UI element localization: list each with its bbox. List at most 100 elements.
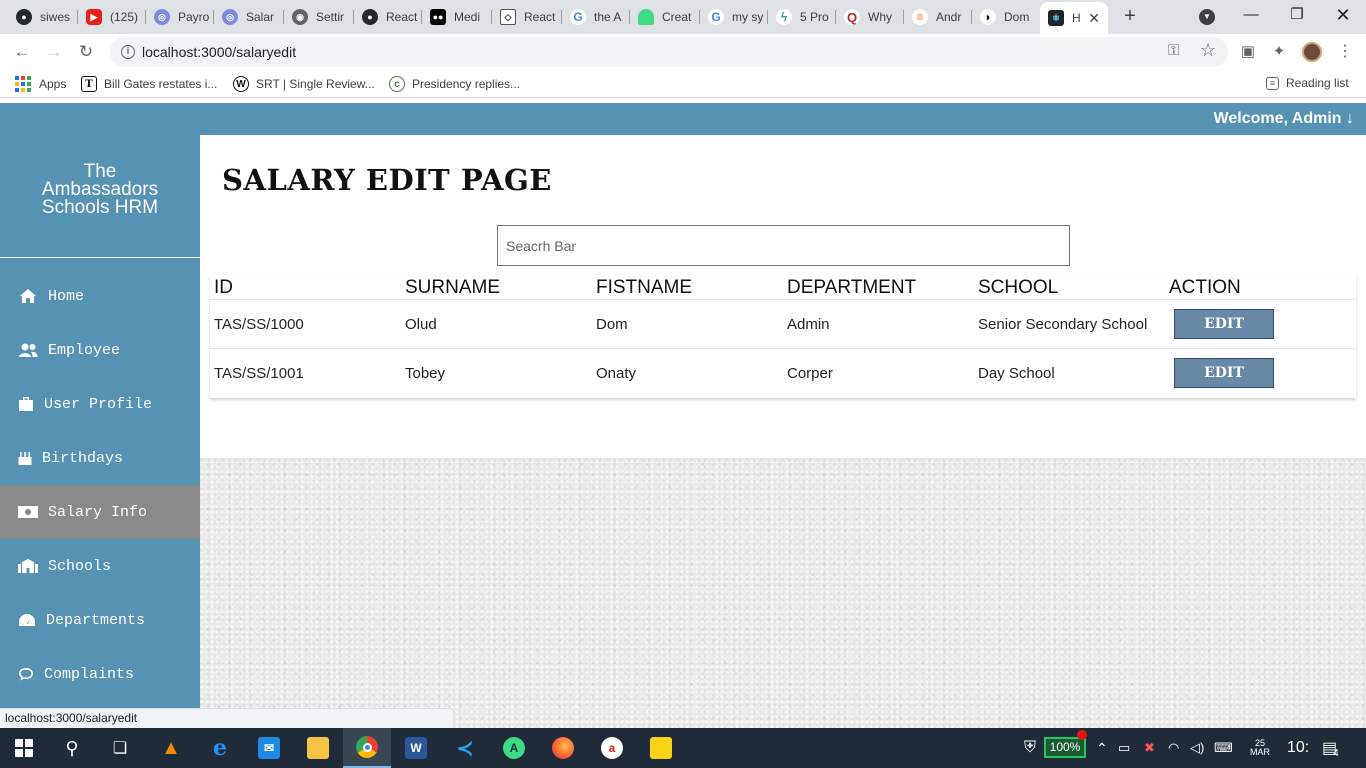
search-button[interactable]: ⚲: [48, 728, 96, 768]
wifi-icon[interactable]: ◠: [1168, 728, 1179, 768]
browser-tab-active[interactable]: ⚛ H ✕: [1040, 2, 1108, 34]
cell-surname: Olud: [405, 316, 437, 333]
main-content: SALARY EDIT PAGE ID SURNAME FISTNAME DEP…: [200, 135, 1366, 458]
browser-tab[interactable]: ● React: [354, 4, 422, 30]
start-button[interactable]: [0, 728, 48, 768]
sidebar-item-birthdays[interactable]: Birthdays: [0, 431, 200, 485]
taskbar-app-android-studio[interactable]: A: [490, 728, 538, 768]
taskbar-app-vlc[interactable]: ▲: [147, 728, 195, 768]
welcome-menu[interactable]: Welcome, Admin ↓: [1214, 110, 1354, 128]
browser-tab[interactable]: ●● Medi: [422, 4, 492, 30]
clock[interactable]: 10:: [1287, 728, 1309, 768]
power-icon[interactable]: ▭: [1118, 728, 1130, 768]
key-icon[interactable]: ⚿: [1168, 42, 1179, 59]
search-input[interactable]: [497, 225, 1070, 266]
taskbar-app-explorer[interactable]: [294, 728, 342, 768]
profile-avatar[interactable]: [1302, 42, 1322, 62]
forward-icon[interactable]: →: [42, 40, 66, 64]
site-info-icon[interactable]: i: [121, 45, 135, 59]
github-icon: ●: [362, 9, 378, 25]
sidebar-item-label: Salary Info: [48, 503, 148, 521]
bookmark-item[interactable]: c Presidency replies...: [389, 76, 520, 92]
sidebar-item-schools[interactable]: Schools: [0, 539, 200, 593]
sidebar-item-user-profile[interactable]: User Profile: [0, 377, 200, 431]
browser-tab[interactable]: ◎ Payro: [146, 4, 214, 30]
browser-tab[interactable]: Gthe A: [562, 4, 630, 30]
close-window-icon[interactable]: ✕: [1320, 0, 1366, 34]
taskbar-app-word[interactable]: W: [392, 728, 440, 768]
search-icon: ⚲: [65, 737, 79, 758]
bookmark-item[interactable]: T Bill Gates restates i...: [81, 76, 217, 92]
sidebar-item-label: Departments: [46, 611, 146, 629]
keyboard-icon[interactable]: ⌨: [1214, 728, 1233, 768]
vlc-icon: ▲: [161, 736, 181, 759]
divider: [0, 257, 200, 258]
address-bar[interactable]: i localhost:3000/salaryedit ⚿ ☆: [110, 37, 1228, 67]
sidebar-item-label: Home: [48, 287, 85, 305]
extension-icon[interactable]: ▣: [1237, 41, 1259, 63]
edit-button[interactable]: EDIT: [1174, 358, 1274, 388]
new-tab-button[interactable]: +: [1120, 6, 1140, 26]
taskbar-app-sticky-notes[interactable]: [637, 728, 685, 768]
back-icon[interactable]: ←: [10, 40, 34, 64]
browser-tab[interactable]: ◉ Settir: [284, 4, 354, 30]
reading-list-button[interactable]: ≡ Reading list: [1266, 76, 1349, 90]
taskbar-app-chrome[interactable]: [343, 728, 391, 768]
browser-tab[interactable]: Gmy sy: [700, 4, 768, 30]
date-month: MAR: [1250, 747, 1270, 757]
restore-icon[interactable]: ❐: [1274, 0, 1320, 34]
youtube-icon: ▶: [86, 9, 102, 25]
taskbar-app-mail[interactable]: ✉: [245, 728, 293, 768]
tab-label: 5 Pro: [800, 10, 829, 24]
browser-tab[interactable]: ● siwes: [8, 4, 78, 30]
task-view-icon: ❏: [112, 740, 128, 757]
vscode-icon: ≺: [456, 737, 474, 760]
browser-tab[interactable]: ▶ (125): [78, 4, 146, 30]
sidebar-item-salary-info[interactable]: Salary Info: [0, 485, 200, 539]
network-warning-icon[interactable]: ✖: [1144, 728, 1155, 768]
minimize-icon[interactable]: —: [1228, 0, 1274, 34]
taskbar-app-edge[interactable]: e: [196, 728, 244, 768]
taskbar-app-firefox[interactable]: [539, 728, 587, 768]
column-header-id: ID: [214, 277, 233, 298]
salary-table: ID SURNAME FISTNAME DEPARTMENT SCHOOL AC…: [210, 275, 1356, 398]
close-tab-icon[interactable]: ✕: [1088, 10, 1100, 27]
browser-tab[interactable]: ◗ Dom: [972, 4, 1040, 30]
brand-title: The Ambassadors Schools HRM: [0, 162, 200, 217]
bookmark-item[interactable]: W SRT | Single Review...: [233, 76, 375, 92]
url-text[interactable]: localhost:3000/salaryedit: [142, 44, 296, 60]
cell-id: TAS/SS/1001: [214, 365, 304, 382]
date-display[interactable]: 25 MAR: [1250, 728, 1270, 768]
browser-tab[interactable]: Creat: [630, 4, 700, 30]
browser-tab[interactable]: ≡ Andr: [904, 4, 972, 30]
bookmark-label: Bill Gates restates i...: [104, 77, 218, 91]
sidebar-item-home[interactable]: Home: [0, 269, 200, 323]
taskbar-app-vscode[interactable]: ≺: [441, 728, 489, 768]
defender-icon[interactable]: ⛨: [1024, 728, 1036, 768]
browser-tab[interactable]: ϟ 5 Pro: [768, 4, 836, 30]
reload-icon[interactable]: ↻: [74, 40, 98, 64]
table-row: TAS/SS/1001 Tobey Onaty Corper Day Schoo…: [210, 348, 1356, 397]
chevron-up-icon[interactable]: ⌃: [1096, 728, 1108, 768]
tab-label: React: [386, 10, 418, 24]
browser-tab[interactable]: ◇ React: [492, 4, 562, 30]
sidebar-item-complaints[interactable]: Complaints: [0, 647, 200, 701]
rss-icon: ◗: [980, 9, 996, 25]
bookmark-apps[interactable]: Apps: [15, 76, 66, 92]
battery-indicator[interactable]: 100%: [1044, 737, 1086, 758]
task-view-button[interactable]: ❏: [96, 728, 144, 768]
browser-tab[interactable]: ◎ Salar: [214, 4, 284, 30]
more-menu-icon[interactable]: ⋮: [1334, 41, 1356, 63]
notification-icon[interactable]: ▤ 4: [1322, 728, 1339, 768]
sidebar-item-departments[interactable]: Departments: [0, 593, 200, 647]
puzzle-extensions-icon[interactable]: ✦: [1268, 41, 1290, 63]
cell-department: Admin: [787, 316, 830, 333]
browser-tab[interactable]: Q Why: [836, 4, 904, 30]
sidebar-item-employee[interactable]: Employee: [0, 323, 200, 377]
briefcase-icon: [18, 395, 34, 413]
taskbar-app-adobe[interactable]: a: [588, 728, 636, 768]
edit-button[interactable]: EDIT: [1174, 309, 1274, 339]
bookmark-star-icon[interactable]: ☆: [1200, 40, 1216, 61]
tab-search-icon[interactable]: ▼: [1199, 9, 1215, 25]
volume-icon[interactable]: ◁): [1190, 728, 1204, 768]
